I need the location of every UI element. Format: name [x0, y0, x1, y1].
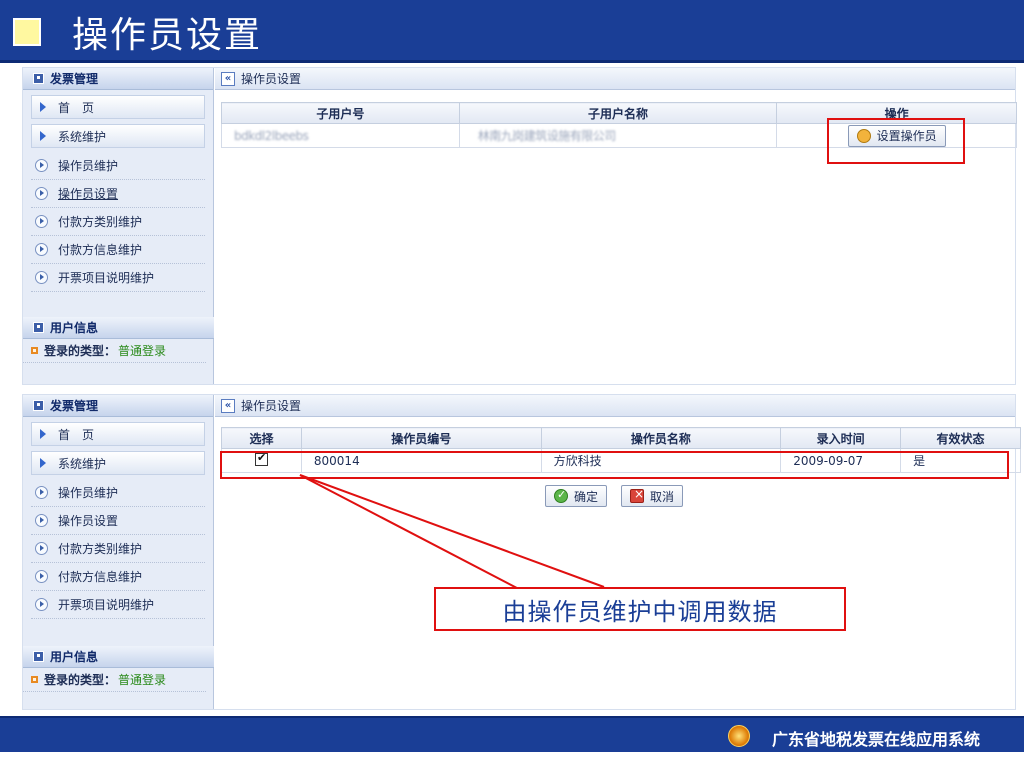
system-name: 广东省地税发票在线应用系统 [772, 730, 981, 749]
footer-bar: 广东省地税发票在线应用系统 [0, 716, 1024, 752]
bottom-strip [0, 752, 1024, 768]
slide: 操作员设置 发票管理 首 页 系统维护 操作员维护 操作员设置 付款方类别维护 … [0, 0, 1024, 768]
annotation-callout: 由操作员维护中调用数据 [434, 587, 846, 631]
tax-emblem-icon [728, 725, 750, 747]
callout-connector-lines [299, 474, 606, 601]
